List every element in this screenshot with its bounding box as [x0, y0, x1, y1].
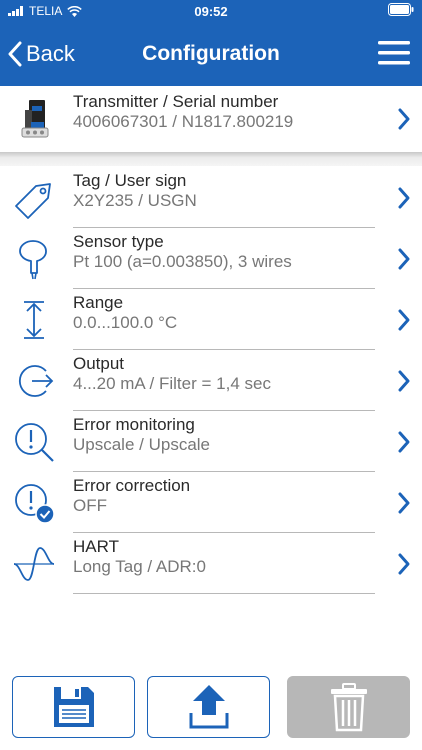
chevron-left-icon [8, 41, 22, 67]
chevron-right-icon [398, 431, 410, 453]
chevron-right-icon [398, 108, 410, 130]
sensor-probe-icon [19, 240, 47, 280]
hamburger-icon [378, 41, 410, 65]
clock: 09:52 [194, 4, 228, 19]
hart-value: Long Tag / ADR:0 [73, 557, 206, 576]
sensor-type-value: Pt 100 (a=0.003850), 3 wires [73, 252, 292, 271]
transmitter-row[interactable]: Transmitter / Serial number 4006067301 /… [0, 86, 422, 152]
chevron-right-icon [398, 492, 410, 514]
sensor-type-title: Sensor type [73, 232, 164, 251]
delete-button[interactable] [287, 676, 410, 738]
trash-icon [330, 683, 367, 732]
transmitter-text: Transmitter / Serial number 4006067301 /… [73, 92, 293, 132]
battery-icon [388, 3, 414, 19]
row-divider [73, 471, 375, 472]
floppy-disk-icon [53, 687, 94, 727]
list-item-output[interactable]: Output 4...20 mA / Filter = 1,4 sec [0, 351, 422, 411]
row-divider [73, 532, 375, 533]
upload-icon [189, 685, 228, 729]
output-text: Output 4...20 mA / Filter = 1,4 sec [73, 354, 271, 394]
list-item-error-correction[interactable]: Error correction OFF [0, 473, 422, 533]
chevron-right-icon [398, 553, 410, 575]
transmitter-value: 4006067301 / N1817.800219 [73, 112, 294, 131]
output-value: 4...20 mA / Filter = 1,4 sec [73, 374, 271, 393]
menu-button[interactable] [378, 40, 410, 68]
row-divider [73, 349, 375, 350]
hart-title: HART [73, 537, 119, 556]
error-monitoring-value: Upscale / Upscale [73, 435, 211, 454]
transmitter-title: Transmitter / Serial number [73, 92, 279, 111]
navigation-bar: Back Configuration [0, 22, 422, 86]
status-bar: TELIA 09:52 [0, 0, 422, 22]
error-correction-text: Error correction OFF [73, 476, 190, 516]
chevron-right-icon [398, 309, 410, 331]
error-correction-value: OFF [73, 496, 107, 515]
list-item-sensor-type[interactable]: Sensor type Pt 100 (a=0.003850), 3 wires [0, 229, 422, 289]
tag-text: Tag / User sign X2Y235 / USGN [73, 171, 197, 211]
tag-value: X2Y235 / USGN [73, 191, 197, 210]
row-divider [73, 288, 375, 289]
save-button[interactable] [12, 676, 135, 738]
error-correction-icon [15, 484, 55, 524]
error-correction-title: Error correction [73, 476, 191, 495]
range-arrows-icon [24, 301, 44, 339]
row-divider [73, 410, 375, 411]
list-item-range[interactable]: Range 0.0...100.0 °C [0, 290, 422, 350]
row-divider [73, 593, 375, 594]
output-icon [19, 365, 54, 397]
bottom-action-bar [0, 676, 422, 740]
error-monitoring-title: Error monitoring [73, 415, 195, 434]
back-button[interactable]: Back [8, 22, 75, 86]
list-item-tag[interactable]: Tag / User sign X2Y235 / USGN [0, 168, 422, 228]
row-divider [73, 227, 375, 228]
chevron-right-icon [398, 187, 410, 209]
error-monitor-icon [15, 423, 54, 462]
tag-icon [15, 183, 51, 219]
upload-button[interactable] [147, 676, 270, 738]
list-item-error-monitoring[interactable]: Error monitoring Upscale / Upscale [0, 412, 422, 472]
section-separator [0, 152, 422, 166]
chevron-right-icon [398, 248, 410, 270]
back-label: Back [26, 41, 75, 66]
output-title: Output [73, 354, 125, 373]
sine-wave-icon [13, 547, 55, 581]
tag-title: Tag / User sign [73, 171, 187, 190]
list-item-hart[interactable]: HART Long Tag / ADR:0 [0, 534, 422, 594]
transmitter-device-icon [21, 100, 49, 138]
range-value: 0.0...100.0 °C [73, 313, 178, 332]
range-text: Range 0.0...100.0 °C [73, 293, 177, 333]
range-title: Range [73, 293, 124, 312]
sensor-type-text: Sensor type Pt 100 (a=0.003850), 3 wires [73, 232, 292, 272]
error-monitoring-text: Error monitoring Upscale / Upscale [73, 415, 210, 455]
chevron-right-icon [398, 370, 410, 392]
hart-text: HART Long Tag / ADR:0 [73, 537, 206, 577]
